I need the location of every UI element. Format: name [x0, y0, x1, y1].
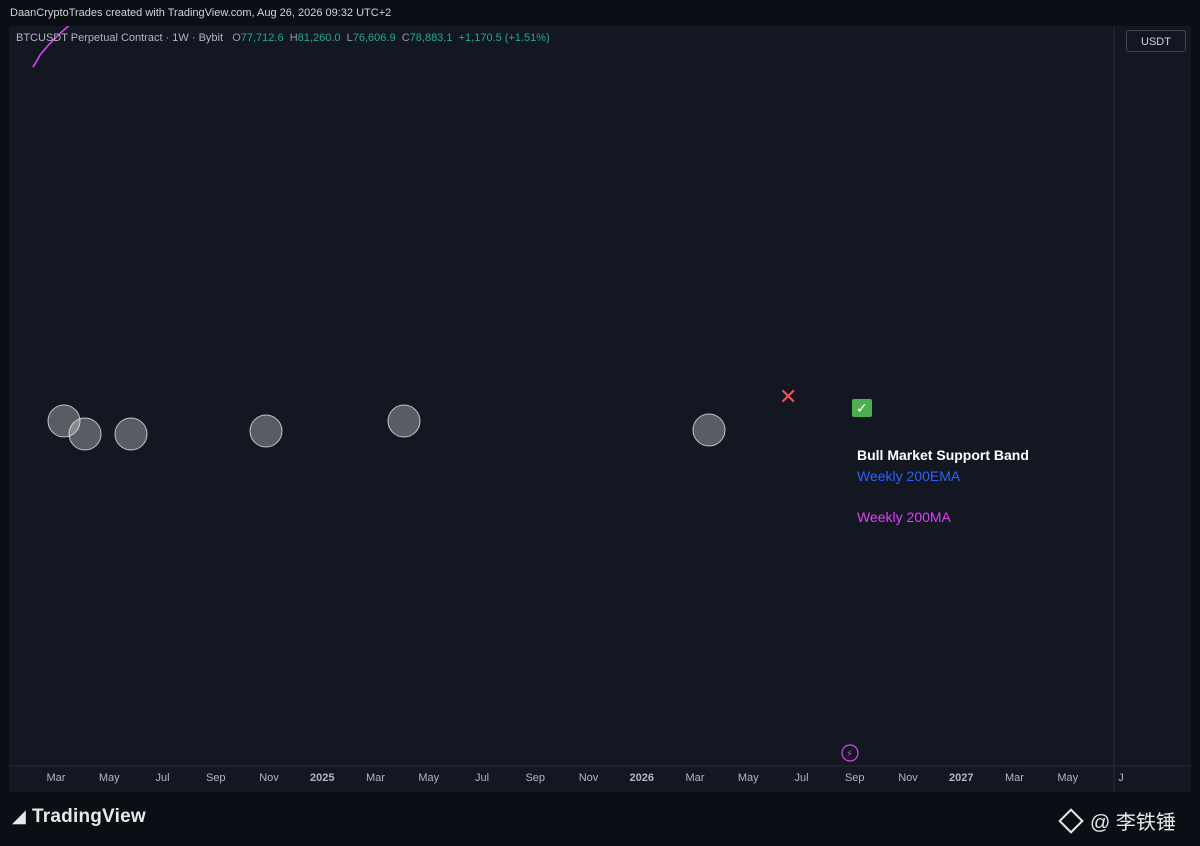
open-value: 77,712.6 [240, 32, 284, 44]
x-tick-label: Nov [579, 772, 599, 784]
zone-touch-circle [68, 417, 102, 451]
x-tick-label: J [1118, 772, 1124, 784]
symbol-legend: BTCUSDT Perpetual Contract · 1W · Bybit … [16, 32, 550, 44]
x-tick-label: Sep [206, 772, 226, 784]
x-tick-label: Nov [898, 772, 918, 784]
low-value: 76,606.9 [352, 32, 396, 44]
x-tick-label: Sep [845, 772, 865, 784]
close-value: 78,883.1 [409, 32, 453, 44]
x-tick-label: 2026 [630, 772, 654, 784]
check-glyph: ✓ [856, 400, 868, 416]
x-tick-label: Mar [686, 772, 705, 784]
tradingview-logo-icon: ◢ [12, 806, 27, 826]
x-tick-label: May [1057, 772, 1078, 784]
zone-touch-circle [692, 413, 726, 447]
annotation-bull-market-support-band: Bull Market Support Band [857, 447, 1029, 463]
x-tick-label: Mar [1005, 772, 1024, 784]
rejection-cross-icon: ✕ [779, 384, 797, 409]
x-tick-label: Mar [366, 772, 385, 784]
x-tick-label: May [738, 772, 759, 784]
zone-touch-circle [114, 417, 148, 451]
annotation-weekly-200ema: Weekly 200EMA [857, 468, 961, 484]
author-watermark: @ 李铁锤 [1058, 806, 1176, 835]
x-tick-label: Jul [155, 772, 169, 784]
high-label: H [289, 32, 298, 44]
x-tick-label: Jul [475, 772, 489, 784]
open-label: O [232, 32, 241, 44]
footer-bar [0, 792, 1200, 846]
plot-background [9, 26, 1191, 792]
price-chart[interactable]: 124,000.0116,000.0108,000.0103,000.098,0… [9, 0, 1191, 792]
high-value: 81,260.0 [297, 32, 341, 44]
binance-diamond-icon [1058, 808, 1084, 834]
x-tick-label: Sep [525, 772, 545, 784]
x-tick-label: Jul [794, 772, 808, 784]
zone-touch-circle [387, 404, 421, 438]
chart-credit: DaanCryptoTrades created with TradingVie… [0, 0, 1200, 26]
chart-area[interactable]: 124,000.0116,000.0108,000.0103,000.098,0… [9, 0, 1191, 792]
x-tick-label: May [418, 772, 439, 784]
watermark-text: @ 李铁锤 [1090, 812, 1176, 834]
x-tick-label: 2025 [310, 772, 334, 784]
x-tick-label: Mar [47, 772, 66, 784]
brand-name: TradingView [32, 806, 146, 827]
x-tick-label: 2027 [949, 772, 973, 784]
currency-button[interactable]: USDT [1126, 30, 1186, 52]
x-tick-label: May [99, 772, 120, 784]
close-label: C [401, 32, 410, 44]
x-tick-label: Nov [259, 772, 279, 784]
symbol-title[interactable]: BTCUSDT Perpetual Contract · 1W · Bybit [16, 32, 223, 44]
zone-touch-circle [249, 414, 283, 448]
annotation-weekly-200ma: Weekly 200MA [857, 509, 952, 525]
tradingview-logo[interactable]: ◢ TradingView [12, 806, 146, 828]
lightning-icon: ⚡ [846, 749, 853, 760]
change-value: +1,170.5 (+1.51%) [458, 32, 550, 44]
